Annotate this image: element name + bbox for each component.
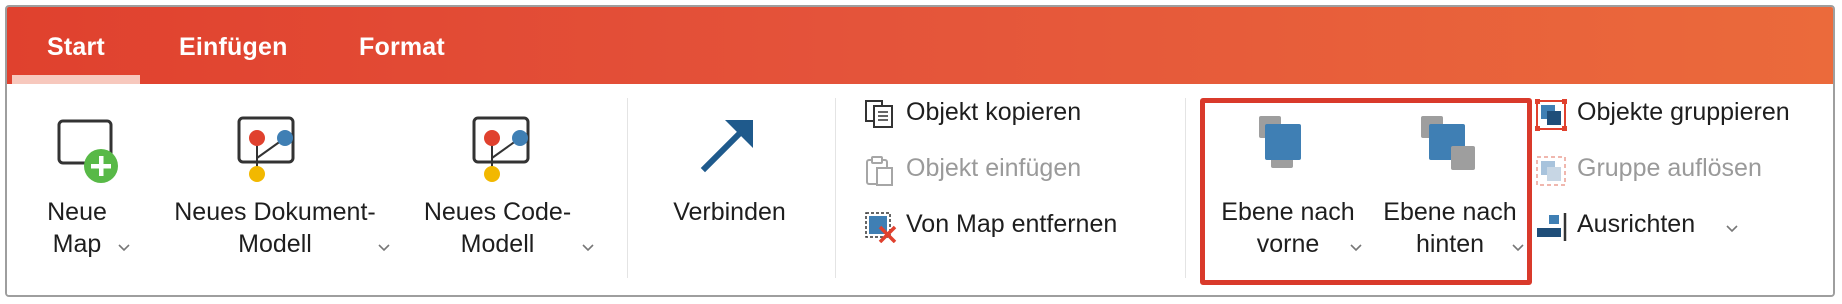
ribbon-group-divider	[627, 98, 628, 278]
copy-object-label: Objekt kopieren	[906, 98, 1082, 126]
new-document-model-button[interactable]: Neues Dokument- Modell	[155, 94, 395, 274]
paste-object-label: Objekt einfügen	[906, 154, 1082, 182]
copy-icon	[864, 99, 896, 134]
chevron-down-icon[interactable]	[581, 240, 595, 258]
paste-icon	[864, 155, 896, 192]
chevron-down-icon[interactable]	[1725, 221, 1739, 239]
arrow-up-right-icon	[699, 114, 759, 179]
ungroup-label: Gruppe auflösen	[1577, 154, 1762, 182]
align-icon	[1535, 211, 1569, 248]
new-document-model-label-line2: Modell	[238, 230, 312, 258]
group-objects-label: Objekte gruppieren	[1577, 98, 1790, 126]
ribbon-group-divider	[835, 98, 836, 278]
group-objects-button[interactable]: Objekte gruppieren	[1535, 93, 1825, 133]
tab-format[interactable]: Format	[359, 7, 445, 84]
connect-button[interactable]: Verbinden	[657, 94, 802, 274]
new-map-button[interactable]: Neue Map	[27, 94, 142, 274]
new-code-model-label-line2: Modell	[460, 230, 535, 258]
app-window: Start Einfügen Format Neue Map Neues Dok…	[5, 5, 1835, 297]
remove-from-map-label: Von Map entfernen	[906, 210, 1118, 238]
send-backward-button[interactable]: Ebene nach hinten	[1371, 94, 1529, 274]
tab-einfuegen[interactable]: Einfügen	[179, 7, 288, 84]
new-map-plus-icon	[54, 116, 122, 189]
connect-label: Verbinden	[673, 198, 786, 226]
remove-from-map-button[interactable]: Von Map entfernen	[864, 205, 1144, 245]
bring-forward-button[interactable]: Ebene nach vorne	[1209, 94, 1367, 274]
chevron-down-icon[interactable]	[117, 240, 131, 258]
ribbon-tab-bar: Start Einfügen Format	[7, 7, 1833, 84]
new-code-model-label-line1: Neues Code-	[423, 198, 572, 226]
send-backward-icon	[1419, 114, 1481, 181]
bring-forward-label-line2: vorne	[1256, 230, 1320, 258]
send-backward-label-line2: hinten	[1415, 230, 1485, 258]
paste-object-button[interactable]: Objekt einfügen	[864, 149, 1104, 189]
chevron-down-icon[interactable]	[377, 240, 391, 258]
new-document-model-label-line1: Neues Dokument-	[174, 198, 376, 226]
bring-forward-label-line1: Ebene nach	[1221, 198, 1355, 226]
bring-forward-icon	[1257, 114, 1319, 181]
new-code-model-button[interactable]: Neues Code- Modell	[415, 94, 600, 274]
ungroup-button[interactable]: Gruppe auflösen	[1535, 149, 1795, 189]
remove-from-map-icon	[864, 211, 898, 248]
chevron-down-icon[interactable]	[1511, 240, 1525, 258]
ribbon-group-divider	[1185, 98, 1186, 278]
new-map-label-line1: Neue	[47, 198, 107, 226]
chevron-down-icon[interactable]	[1349, 240, 1363, 258]
ungroup-icon	[1535, 155, 1569, 192]
code-model-icon	[470, 114, 540, 191]
group-icon	[1535, 99, 1569, 136]
copy-object-button[interactable]: Objekt kopieren	[864, 93, 1104, 133]
send-backward-label-line1: Ebene nach	[1383, 198, 1517, 226]
align-button[interactable]: Ausrichten	[1535, 205, 1745, 245]
tab-start[interactable]: Start	[12, 7, 140, 84]
ribbon-start-panel: Neue Map Neues Dokument- Modell Neues Co…	[7, 84, 1833, 295]
new-map-label-line2: Map	[52, 230, 102, 258]
align-label: Ausrichten	[1577, 210, 1696, 238]
document-model-icon	[235, 114, 305, 191]
